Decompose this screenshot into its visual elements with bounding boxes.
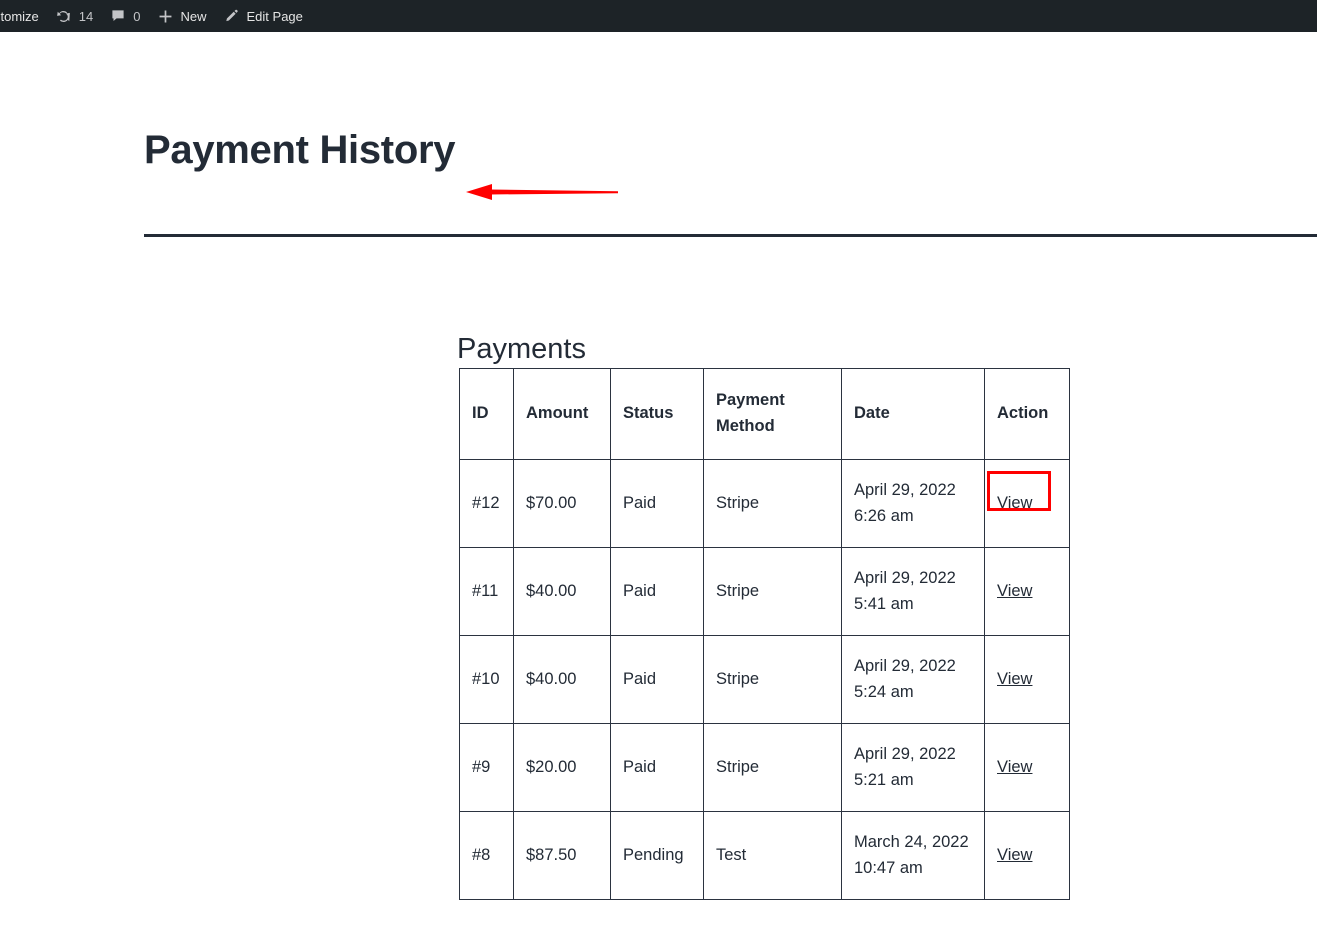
view-payment-link[interactable]: View — [997, 670, 1032, 688]
table-row: #11$40.00PaidStripeApril 29, 2022 5:41 a… — [460, 548, 1070, 636]
payment-amount: $87.50 — [514, 812, 611, 900]
payment-method: Stripe — [704, 460, 842, 548]
payment-action-cell: View — [985, 812, 1070, 900]
update-sync-icon — [55, 7, 73, 25]
wp-admin-bar: stomize 14 0 New Edit Pa — [0, 0, 1317, 32]
admin-bar-edit-page[interactable]: Edit Page — [215, 0, 311, 32]
payment-id: #12 — [460, 460, 514, 548]
view-payment-link[interactable]: View — [997, 582, 1032, 600]
payment-amount: $70.00 — [514, 460, 611, 548]
payment-method: Stripe — [704, 636, 842, 724]
payment-action-cell: View — [985, 636, 1070, 724]
admin-bar-customize[interactable]: stomize — [0, 0, 47, 32]
payments-heading: Payments — [457, 335, 586, 364]
payment-date: April 29, 2022 5:24 am — [842, 636, 985, 724]
payment-status: Pending — [611, 812, 704, 900]
view-payment-link[interactable]: View — [997, 846, 1032, 864]
payment-amount: $40.00 — [514, 636, 611, 724]
payment-date: April 29, 2022 6:26 am — [842, 460, 985, 548]
admin-bar-new-label: New — [181, 9, 207, 24]
payment-action-cell: View — [985, 548, 1070, 636]
table-row: #9$20.00PaidStripeApril 29, 2022 5:21 am… — [460, 724, 1070, 812]
table-row: #10$40.00PaidStripeApril 29, 2022 5:24 a… — [460, 636, 1070, 724]
payment-status: Paid — [611, 460, 704, 548]
payment-date: April 29, 2022 5:41 am — [842, 548, 985, 636]
payments-table: ID Amount Status Payment Method Date Act… — [459, 368, 1070, 900]
column-header-method: Payment Method — [704, 369, 842, 460]
column-header-id: ID — [460, 369, 514, 460]
admin-bar-customize-label: stomize — [0, 9, 39, 24]
admin-bar-comments[interactable]: 0 — [101, 0, 148, 32]
payment-method: Stripe — [704, 724, 842, 812]
payment-amount: $20.00 — [514, 724, 611, 812]
table-row: #8$87.50PendingTestMarch 24, 2022 10:47 … — [460, 812, 1070, 900]
payment-id: #9 — [460, 724, 514, 812]
column-header-action: Action — [985, 369, 1070, 460]
payment-action-cell: View — [985, 460, 1070, 548]
column-header-status: Status — [611, 369, 704, 460]
payment-action-cell: View — [985, 724, 1070, 812]
page-title: Payment History — [144, 130, 455, 170]
payment-id: #8 — [460, 812, 514, 900]
admin-bar-updates[interactable]: 14 — [47, 0, 101, 32]
comment-bubble-icon — [109, 7, 127, 25]
column-header-amount: Amount — [514, 369, 611, 460]
payment-id: #11 — [460, 548, 514, 636]
table-header-row: ID Amount Status Payment Method Date Act… — [460, 369, 1070, 460]
payment-method: Test — [704, 812, 842, 900]
table-row: #12$70.00PaidStripeApril 29, 2022 6:26 a… — [460, 460, 1070, 548]
title-divider — [144, 234, 1317, 237]
plus-icon — [157, 7, 175, 25]
column-header-date: Date — [842, 369, 985, 460]
admin-bar-edit-page-label: Edit Page — [247, 9, 303, 24]
payment-date: March 24, 2022 10:47 am — [842, 812, 985, 900]
view-payment-link[interactable]: View — [997, 758, 1032, 776]
payment-status: Paid — [611, 548, 704, 636]
payment-status: Paid — [611, 724, 704, 812]
admin-bar-new-content[interactable]: New — [149, 0, 215, 32]
red-annotation-arrow-icon — [466, 179, 618, 205]
payment-amount: $40.00 — [514, 548, 611, 636]
payment-status: Paid — [611, 636, 704, 724]
admin-bar-comments-count: 0 — [133, 9, 140, 24]
view-payment-link[interactable]: View — [997, 494, 1032, 512]
payment-method: Stripe — [704, 548, 842, 636]
admin-bar-updates-count: 14 — [79, 9, 93, 24]
payment-id: #10 — [460, 636, 514, 724]
pencil-icon — [223, 7, 241, 25]
payment-date: April 29, 2022 5:21 am — [842, 724, 985, 812]
